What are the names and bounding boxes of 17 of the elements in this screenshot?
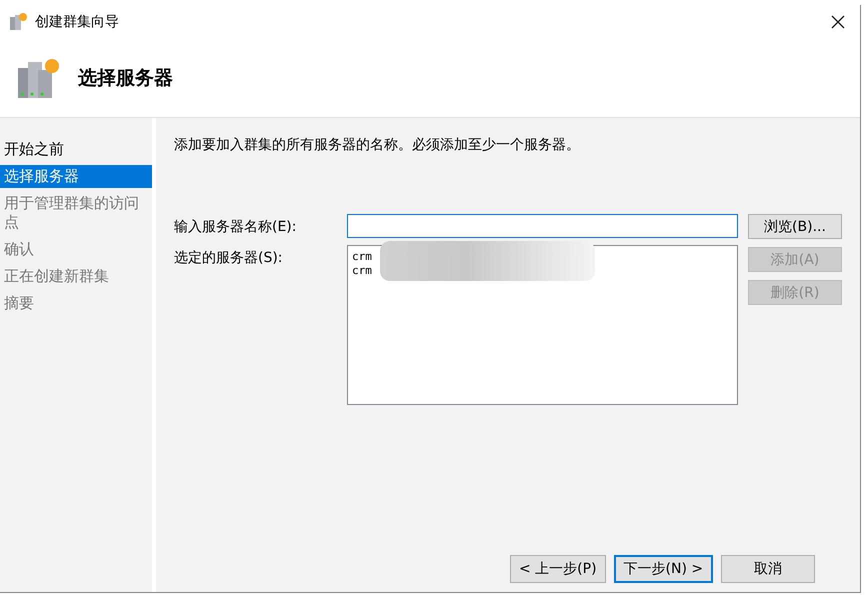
server-list-item[interactable]: crm (352, 250, 376, 264)
field-label: 输入服务器名称(E): (174, 218, 298, 237)
server-cluster-icon (8, 12, 28, 32)
wizard-button[interactable]: < 上一步(P) (510, 555, 606, 583)
instruction-text: 添加要加入群集的所有服务器的名称。必须添加至少一个服务器。 (174, 136, 581, 154)
wizard-button[interactable]: 取消 (721, 555, 816, 583)
page-heading: 选择服务器 (78, 66, 173, 91)
server-cluster-icon (16, 56, 60, 100)
server-list-item[interactable]: crm (352, 264, 376, 278)
window-title: 创建群集向导 (35, 13, 119, 31)
list-label: 选定的服务器(S): (174, 249, 284, 268)
wizard-button[interactable]: 下一步(N) > (614, 555, 714, 583)
side-button[interactable]: 浏览(B)... (748, 214, 842, 239)
wizard-step[interactable]: 开始之前 (0, 138, 152, 161)
wizard-step[interactable]: 选择服务器 (0, 165, 152, 188)
server-name-field[interactable] (347, 214, 738, 238)
close-icon (831, 15, 845, 29)
